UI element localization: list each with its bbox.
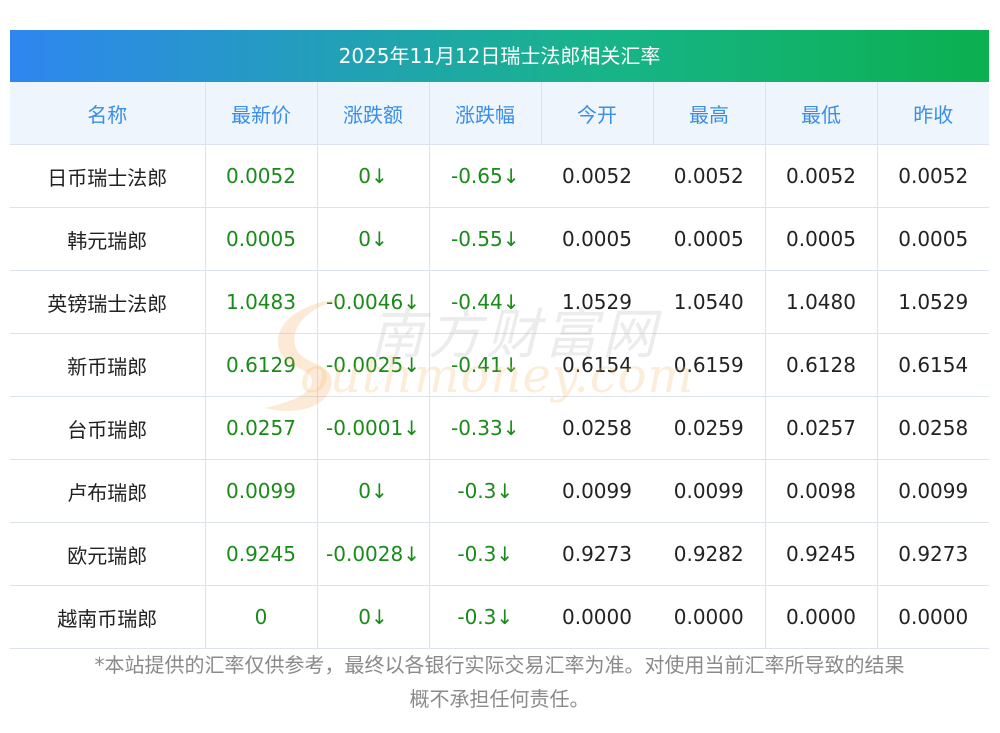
cell-name: 越南币瑞郎 bbox=[10, 585, 206, 649]
cell-change-pct: -0.44↓ bbox=[429, 270, 541, 334]
col-header-name: 名称 bbox=[10, 82, 206, 145]
cell-change: -0.0025↓ bbox=[317, 333, 430, 397]
cell-open: 0.0052 bbox=[541, 144, 653, 208]
cell-change-pct: -0.3↓ bbox=[429, 459, 541, 523]
col-header-latest: 最新价 bbox=[205, 82, 318, 145]
col-header-prev-close: 昨收 bbox=[877, 82, 989, 145]
cell-change: 0↓ bbox=[317, 459, 430, 523]
cell-change-pct: -0.33↓ bbox=[429, 396, 541, 460]
cell-change: -0.0046↓ bbox=[317, 270, 430, 334]
cell-change-pct: -0.65↓ bbox=[429, 144, 541, 208]
cell-open: 0.0099 bbox=[541, 459, 653, 523]
cell-open: 0.9273 bbox=[541, 522, 653, 586]
cell-high: 0.6159 bbox=[653, 333, 766, 397]
cell-prev-close: 0.0000 bbox=[877, 585, 989, 649]
cell-low: 1.0480 bbox=[765, 270, 878, 334]
cell-open: 0.0258 bbox=[541, 396, 653, 460]
cell-low: 0.6128 bbox=[765, 333, 878, 397]
cell-high: 0.0259 bbox=[653, 396, 766, 460]
cell-prev-close: 0.0258 bbox=[877, 396, 989, 460]
cell-name: 卢布瑞郎 bbox=[10, 459, 206, 523]
disclaimer-line-1: *本站提供的汇率仅供参考，最终以各银行实际交易汇率为准。对使用当前汇率所导致的结… bbox=[94, 653, 905, 677]
cell-change-pct: -0.55↓ bbox=[429, 207, 541, 271]
table-title: 2025年11月12日瑞士法郎相关汇率 bbox=[10, 30, 989, 82]
cell-low: 0.0257 bbox=[765, 396, 878, 460]
cell-name: 新币瑞郎 bbox=[10, 333, 206, 397]
col-header-low: 最低 bbox=[765, 82, 878, 145]
col-header-change: 涨跌额 bbox=[317, 82, 430, 145]
cell-name: 日币瑞士法郎 bbox=[10, 144, 206, 208]
cell-latest: 0.9245 bbox=[205, 522, 318, 586]
cell-low: 0.0000 bbox=[765, 585, 878, 649]
table-row: 卢布瑞郎 0.0099 0↓ -0.3↓ 0.0099 0.0099 0.009… bbox=[10, 459, 989, 523]
cell-name: 英镑瑞士法郎 bbox=[10, 270, 206, 334]
cell-prev-close: 0.0099 bbox=[877, 459, 989, 523]
cell-latest: 0.0005 bbox=[205, 207, 318, 271]
cell-high: 0.0000 bbox=[653, 585, 766, 649]
table-row: 新币瑞郎 0.6129 -0.0025↓ -0.41↓ 0.6154 0.615… bbox=[10, 333, 989, 397]
cell-prev-close: 0.9273 bbox=[877, 522, 989, 586]
cell-name: 欧元瑞郎 bbox=[10, 522, 206, 586]
table-row: 欧元瑞郎 0.9245 -0.0028↓ -0.3↓ 0.9273 0.9282… bbox=[10, 522, 989, 586]
cell-open: 0.0000 bbox=[541, 585, 653, 649]
cell-latest: 0.0099 bbox=[205, 459, 318, 523]
cell-latest: 0 bbox=[205, 585, 318, 649]
col-header-change-pct: 涨跌幅 bbox=[429, 82, 542, 145]
header-row: 名称 最新价 涨跌额 涨跌幅 今开 最高 最低 昨收 bbox=[10, 82, 989, 145]
cell-high: 1.0540 bbox=[653, 270, 766, 334]
table-row: 日币瑞士法郎 0.0052 0↓ -0.65↓ 0.0052 0.0052 0.… bbox=[10, 144, 989, 208]
cell-low: 0.0005 bbox=[765, 207, 878, 271]
table-row: 台币瑞郎 0.0257 -0.0001↓ -0.33↓ 0.0258 0.025… bbox=[10, 396, 989, 460]
cell-high: 0.9282 bbox=[653, 522, 766, 586]
cell-low: 0.0052 bbox=[765, 144, 878, 208]
cell-change-pct: -0.3↓ bbox=[429, 585, 541, 649]
cell-change: 0↓ bbox=[317, 207, 430, 271]
cell-prev-close: 0.0052 bbox=[877, 144, 989, 208]
cell-open: 0.0005 bbox=[541, 207, 653, 271]
cell-open: 0.6154 bbox=[541, 333, 653, 397]
cell-latest: 0.0052 bbox=[205, 144, 318, 208]
cell-high: 0.0005 bbox=[653, 207, 766, 271]
disclaimer-line-2: 概不承担任何责任。 bbox=[409, 687, 590, 711]
cell-name: 韩元瑞郎 bbox=[10, 207, 206, 271]
disclaimer: *本站提供的汇率仅供参考，最终以各银行实际交易汇率为准。对使用当前汇率所导致的结… bbox=[10, 648, 989, 716]
cell-change: -0.0001↓ bbox=[317, 396, 430, 460]
col-header-open: 今开 bbox=[541, 82, 654, 145]
cell-low: 0.9245 bbox=[765, 522, 878, 586]
table-row: 英镑瑞士法郎 1.0483 -0.0046↓ -0.44↓ 1.0529 1.0… bbox=[10, 270, 989, 334]
cell-change: 0↓ bbox=[317, 144, 430, 208]
cell-change-pct: -0.41↓ bbox=[429, 333, 541, 397]
cell-latest: 0.6129 bbox=[205, 333, 318, 397]
table-row: 越南币瑞郎 0 0↓ -0.3↓ 0.0000 0.0000 0.0000 0.… bbox=[10, 585, 989, 649]
rate-table: 名称 最新价 涨跌额 涨跌幅 今开 最高 最低 昨收 日币瑞士法郎 0.0052… bbox=[10, 82, 989, 649]
cell-prev-close: 1.0529 bbox=[877, 270, 989, 334]
cell-prev-close: 0.6154 bbox=[877, 333, 989, 397]
rate-table-container: 2025年11月12日瑞士法郎相关汇率 名称 最新价 涨跌额 涨跌幅 今开 最高… bbox=[10, 30, 989, 649]
cell-change: -0.0028↓ bbox=[317, 522, 430, 586]
cell-low: 0.0098 bbox=[765, 459, 878, 523]
cell-prev-close: 0.0005 bbox=[877, 207, 989, 271]
cell-open: 1.0529 bbox=[541, 270, 653, 334]
table-row: 韩元瑞郎 0.0005 0↓ -0.55↓ 0.0005 0.0005 0.00… bbox=[10, 207, 989, 271]
cell-latest: 0.0257 bbox=[205, 396, 318, 460]
col-header-high: 最高 bbox=[653, 82, 766, 145]
cell-change: 0↓ bbox=[317, 585, 430, 649]
cell-name: 台币瑞郎 bbox=[10, 396, 206, 460]
cell-change-pct: -0.3↓ bbox=[429, 522, 541, 586]
cell-high: 0.0099 bbox=[653, 459, 766, 523]
cell-latest: 1.0483 bbox=[205, 270, 318, 334]
cell-high: 0.0052 bbox=[653, 144, 766, 208]
